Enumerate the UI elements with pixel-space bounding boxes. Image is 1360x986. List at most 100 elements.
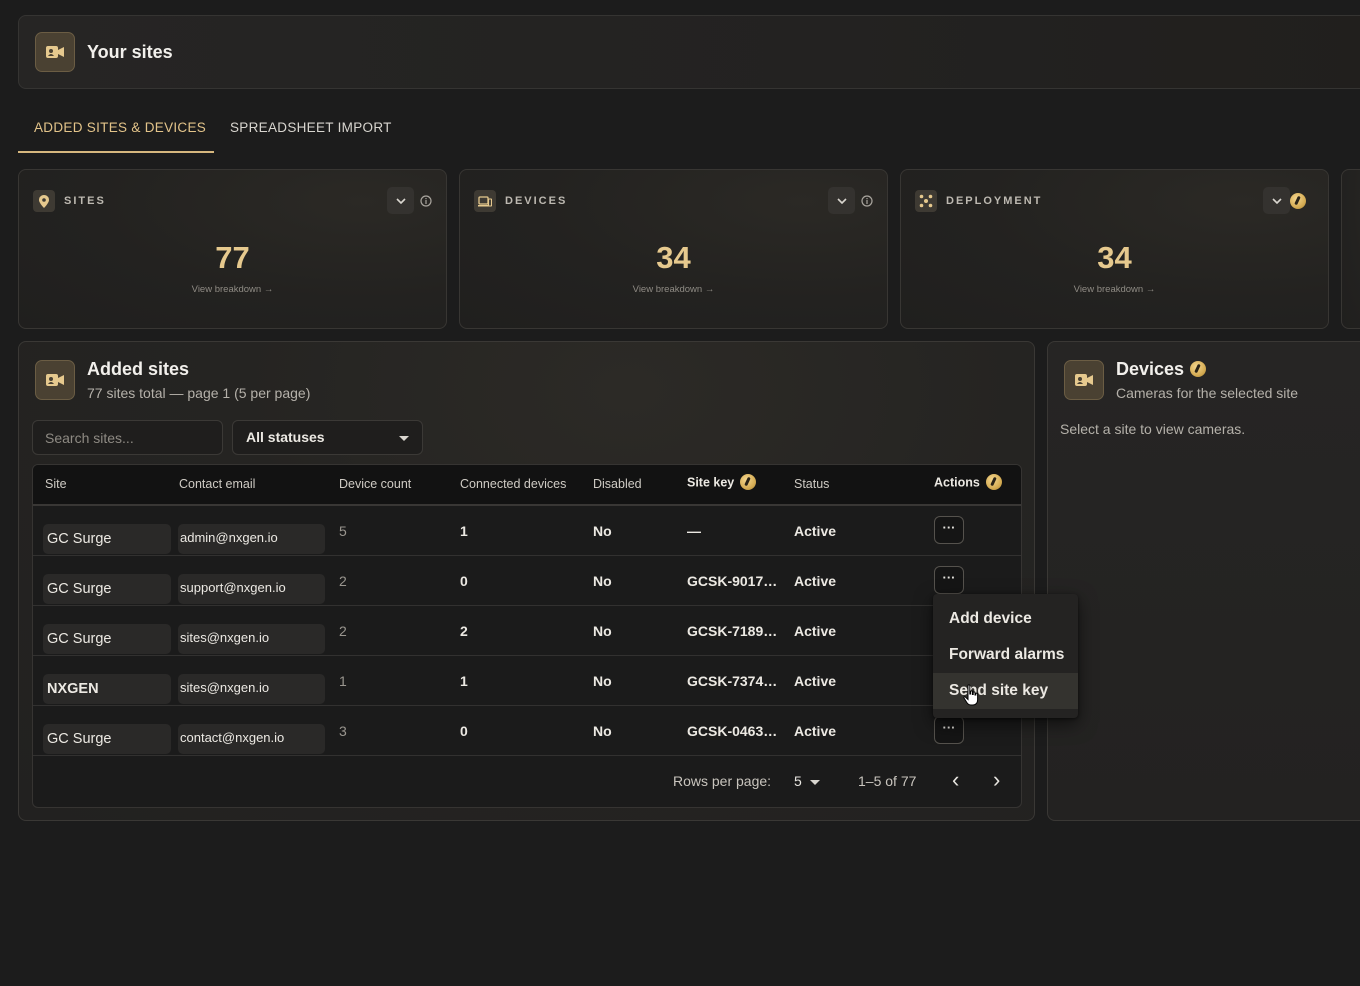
contact-email[interactable]: contact@nxgen.io — [178, 724, 325, 754]
rows-per-page-value: 5 — [794, 773, 802, 789]
panel-title: Devices — [1116, 359, 1207, 380]
table-row[interactable]: GC Surge support@nxgen.io 2 0 No GCSK-90… — [33, 556, 1021, 606]
view-breakdown-link[interactable]: View breakdown → — [901, 284, 1328, 295]
site-name[interactable]: NXGEN — [43, 674, 171, 704]
active-tab-indicator — [18, 151, 214, 153]
stat-card-partial — [1341, 169, 1360, 329]
location-pin-icon — [33, 190, 55, 212]
video-camera-icon — [35, 32, 75, 72]
connected-devices: 0 — [460, 723, 468, 739]
column-header-site[interactable]: Site — [45, 477, 67, 491]
connected-devices: 0 — [460, 573, 468, 589]
contact-email[interactable]: admin@nxgen.io — [178, 524, 325, 554]
device-count: 1 — [339, 673, 347, 689]
site-key: GCSK-0463… — [687, 723, 778, 739]
site-key: — — [687, 523, 701, 539]
disabled-value: No — [593, 723, 612, 739]
caret-down-icon — [809, 779, 820, 785]
row-actions-button[interactable]: ··· — [934, 516, 964, 544]
table-row[interactable]: GC Surge contact@nxgen.io 3 0 No GCSK-04… — [33, 706, 1021, 756]
connected-devices: 1 — [460, 523, 468, 539]
device-count: 2 — [339, 623, 347, 639]
info-icon[interactable] — [861, 195, 873, 207]
status-badge: Active — [794, 673, 837, 689]
stat-label: DEPLOYMENT — [946, 195, 1043, 207]
video-camera-icon — [1064, 360, 1104, 400]
site-key: GCSK-7189… — [687, 623, 778, 639]
menu-item-forward-alarms[interactable]: Forward alarms — [933, 637, 1078, 673]
panel-subtitle: 77 sites total — page 1 (5 per page) — [87, 385, 311, 401]
disabled-value: No — [593, 523, 612, 539]
next-page-button[interactable]: › — [993, 767, 1000, 793]
device-count: 2 — [339, 573, 347, 589]
tab-added-sites-devices[interactable]: ADDED SITES & DEVICES — [34, 120, 206, 135]
column-header-site-key[interactable]: Site key — [687, 474, 757, 491]
site-name[interactable]: GC Surge — [43, 524, 171, 554]
contact-email[interactable]: sites@nxgen.io — [178, 674, 325, 704]
device-count: 5 — [339, 523, 347, 539]
column-header-device-count[interactable]: Device count — [339, 477, 411, 491]
row-actions-button[interactable]: ··· — [934, 716, 964, 744]
stat-card-devices: DEVICES 34 View breakdown → — [459, 169, 888, 329]
contact-email[interactable]: sites@nxgen.io — [178, 624, 325, 654]
pagination-range: 1–5 of 77 — [858, 773, 917, 789]
device-count: 3 — [339, 723, 347, 739]
previous-page-button[interactable]: ‹ — [952, 767, 959, 793]
chevron-down-icon[interactable] — [1263, 187, 1290, 214]
status-badge: Active — [794, 573, 837, 589]
rows-per-page-select[interactable]: 5 — [794, 773, 820, 789]
premium-badge-icon — [1290, 193, 1306, 209]
status-badge: Active — [794, 623, 837, 639]
hand-cursor-icon — [963, 684, 979, 706]
info-icon[interactable] — [420, 195, 432, 207]
site-key: GCSK-7374… — [687, 673, 778, 689]
rows-per-page-label: Rows per page: — [673, 773, 772, 789]
video-camera-icon — [35, 360, 75, 400]
table-row[interactable]: GC Surge admin@nxgen.io 5 1 No — Active … — [33, 506, 1021, 556]
chevron-down-icon[interactable] — [387, 187, 414, 214]
site-name[interactable]: GC Surge — [43, 724, 171, 754]
contact-email[interactable]: support@nxgen.io — [178, 574, 325, 604]
stat-value: 77 — [215, 240, 250, 275]
table-header: Site Contact email Device count Connecte… — [33, 465, 1021, 506]
disabled-value: No — [593, 623, 612, 639]
devices-icon — [474, 190, 496, 212]
caret-down-icon — [399, 436, 409, 441]
site-name[interactable]: GC Surge — [43, 624, 171, 654]
column-header-actions: Actions — [934, 474, 1002, 491]
devices-panel: Devices Cameras for the selected site Se… — [1047, 341, 1360, 821]
column-header-email[interactable]: Contact email — [179, 477, 255, 491]
added-sites-panel: Added sites 77 sites total — page 1 (5 p… — [18, 341, 1035, 821]
view-breakdown-link[interactable]: View breakdown → — [19, 284, 446, 295]
column-header-disabled[interactable]: Disabled — [593, 477, 642, 491]
premium-badge-icon — [740, 474, 757, 490]
empty-state-text: Select a site to view cameras. — [1060, 421, 1246, 437]
row-actions-menu: Add device Forward alarms Send site key — [933, 594, 1078, 718]
menu-item-add-device[interactable]: Add device — [933, 601, 1078, 637]
stat-value: 34 — [1097, 240, 1132, 275]
stat-card-sites: SITES 77 View breakdown → — [18, 169, 447, 329]
tab-spreadsheet-import[interactable]: SPREADSHEET IMPORT — [230, 120, 392, 135]
search-input[interactable] — [32, 420, 223, 455]
table-row[interactable]: GC Surge sites@nxgen.io 2 2 No GCSK-7189… — [33, 606, 1021, 656]
panel-title: Added sites — [87, 359, 190, 379]
column-header-status[interactable]: Status — [794, 477, 829, 491]
menu-item-send-site-key[interactable]: Send site key — [933, 673, 1078, 709]
premium-badge-icon — [1190, 361, 1207, 378]
disabled-value: No — [593, 673, 612, 689]
row-actions-button[interactable]: ··· — [934, 566, 964, 594]
status-filter-value: All statuses — [246, 429, 325, 445]
chevron-down-icon[interactable] — [828, 187, 855, 214]
stat-card-deployment: DEPLOYMENT 34 View breakdown → — [900, 169, 1329, 329]
view-breakdown-link[interactable]: View breakdown → — [460, 284, 887, 295]
sites-table: Site Contact email Device count Connecte… — [32, 464, 1022, 808]
site-key: GCSK-9017… — [687, 573, 778, 589]
premium-badge-icon — [985, 474, 1002, 490]
status-filter-select[interactable]: All statuses — [232, 420, 423, 455]
stat-label: SITES — [64, 195, 106, 207]
site-name[interactable]: GC Surge — [43, 574, 171, 604]
table-row[interactable]: NXGEN sites@nxgen.io 1 1 No GCSK-7374… A… — [33, 656, 1021, 706]
column-header-connected[interactable]: Connected devices — [460, 477, 566, 491]
panel-subtitle: Cameras for the selected site — [1116, 385, 1299, 401]
stat-value: 34 — [656, 240, 691, 275]
